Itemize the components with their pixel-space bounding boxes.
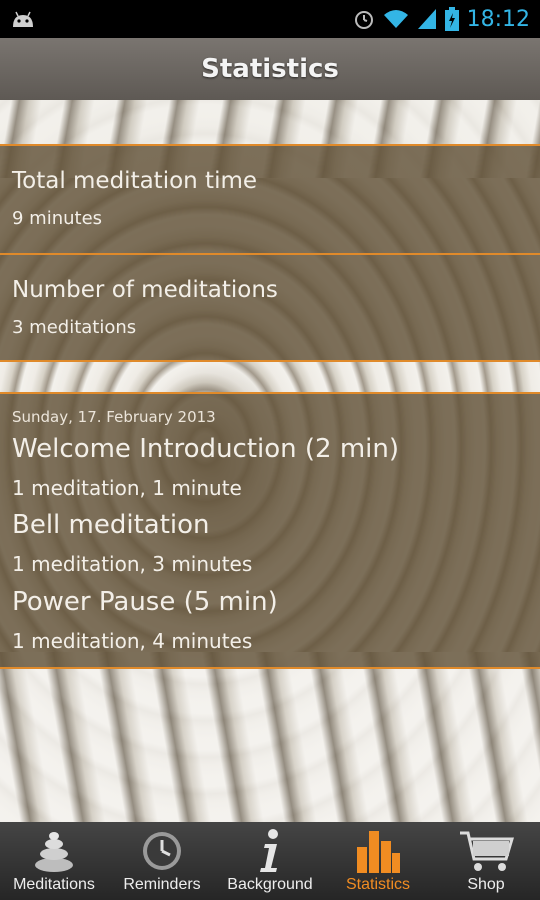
alarm-icon [354, 11, 373, 29]
cart-icon [458, 828, 514, 874]
nav-reminders[interactable]: Reminders [108, 822, 216, 900]
page-title: Statistics [201, 54, 339, 84]
history-date: Sunday, 17. February 2013 [12, 408, 216, 426]
signal-icon [417, 9, 436, 29]
wifi-icon [383, 10, 408, 28]
bar-chart-icon [355, 828, 401, 874]
total-time-panel: Total meditation time 9 minutes [0, 144, 540, 254]
nav-meditations[interactable]: Meditations [0, 822, 108, 900]
nav-label: Shop [467, 876, 505, 893]
sand-stripes-bottom [0, 652, 540, 822]
history-entry-title: Welcome Introduction (2 min) [12, 434, 400, 464]
history-entry-title: Power Pause (5 min) [12, 587, 278, 617]
info-icon [255, 828, 285, 874]
status-bar: 18:12 [0, 0, 540, 38]
nav-statistics[interactable]: Statistics [324, 822, 432, 900]
total-time-value: 9 minutes [12, 208, 103, 229]
meditation-count-label: Number of meditations [12, 277, 278, 303]
android-icon [13, 11, 33, 27]
clock-icon [140, 828, 184, 874]
nav-label: Meditations [13, 876, 95, 893]
history-entry-detail: 1 meditation, 4 minutes [12, 629, 253, 653]
bottom-navigation: Meditations Reminders Background Statist… [0, 822, 540, 900]
status-time: 18:12 [466, 6, 530, 32]
total-time-label: Total meditation time [12, 168, 258, 194]
nav-label: Background [227, 876, 313, 893]
title-bar: Statistics [0, 38, 540, 100]
history-entry-detail: 1 meditation, 3 minutes [12, 552, 253, 576]
battery-charging-icon [444, 7, 459, 31]
meditation-count-panel: Number of meditations 3 meditations [0, 253, 540, 362]
meditation-count-value: 3 meditations [12, 317, 137, 338]
nav-shop[interactable]: Shop [432, 822, 540, 900]
history-panel: Sunday, 17. February 2013 Welcome Introd… [0, 392, 540, 669]
history-entry-detail: 1 meditation, 1 minute [12, 476, 242, 500]
nav-label: Statistics [345, 876, 410, 893]
stones-icon [32, 828, 76, 874]
nav-background[interactable]: Background [216, 822, 324, 900]
nav-label: Reminders [123, 876, 201, 893]
history-entry-title: Bell meditation [12, 510, 210, 540]
